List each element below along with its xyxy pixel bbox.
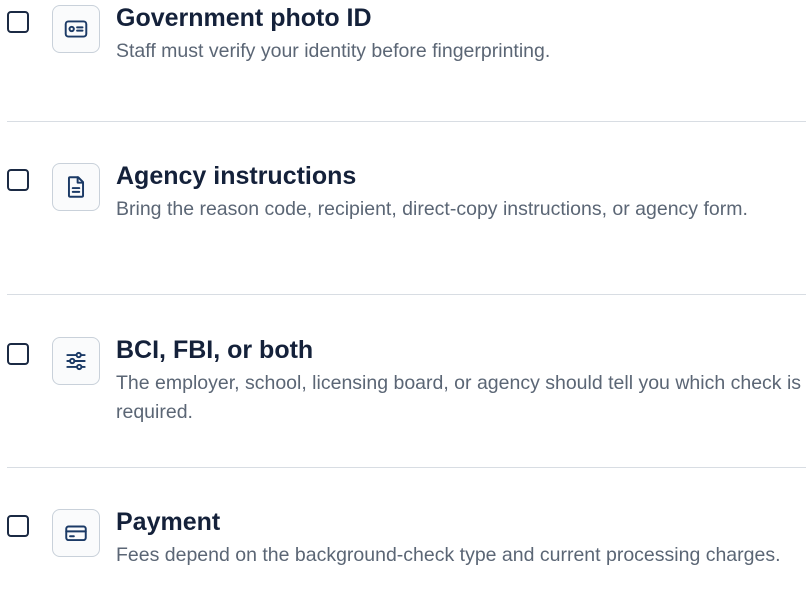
checklist-item-photo-id: Government photo ID Staff must verify yo… — [0, 0, 806, 100]
payment-title: Payment — [116, 508, 221, 536]
divider — [7, 121, 806, 122]
document-checklist: Government photo ID Staff must verify yo… — [0, 0, 806, 598]
sliders-icon — [66, 351, 86, 371]
check-type-description: The employer, school, licensing board, o… — [116, 372, 802, 423]
divider — [7, 467, 806, 468]
payment-checkbox[interactable] — [7, 515, 29, 537]
checklist-item-agency-instructions: Agency instructions Bring the reason cod… — [0, 158, 806, 258]
check-type-title: BCI, FBI, or both — [116, 336, 314, 364]
document-icon — [67, 176, 85, 198]
check-type-checkbox[interactable] — [7, 343, 29, 365]
id-card-icon — [64, 20, 88, 38]
check-type-icon-tile — [52, 337, 100, 385]
checklist-item-payment: Payment Fees depend on the background-ch… — [0, 504, 806, 604]
agency-instructions-description: Bring the reason code, recipient, direct… — [116, 198, 748, 220]
payment-icon-tile — [52, 509, 100, 557]
divider — [7, 294, 806, 295]
photo-id-icon-tile — [52, 5, 100, 53]
photo-id-description: Staff must verify your identity before f… — [116, 40, 551, 62]
agency-instructions-title: Agency instructions — [116, 162, 357, 190]
photo-id-title: Government photo ID — [116, 4, 372, 32]
payment-description: Fees depend on the background-check type… — [116, 544, 781, 566]
photo-id-checkbox[interactable] — [7, 11, 29, 33]
credit-card-icon — [65, 525, 87, 542]
checklist-item-check-type: BCI, FBI, or both The employer, school, … — [0, 332, 806, 432]
agency-instructions-checkbox[interactable] — [7, 169, 29, 191]
agency-instructions-icon-tile — [52, 163, 100, 211]
